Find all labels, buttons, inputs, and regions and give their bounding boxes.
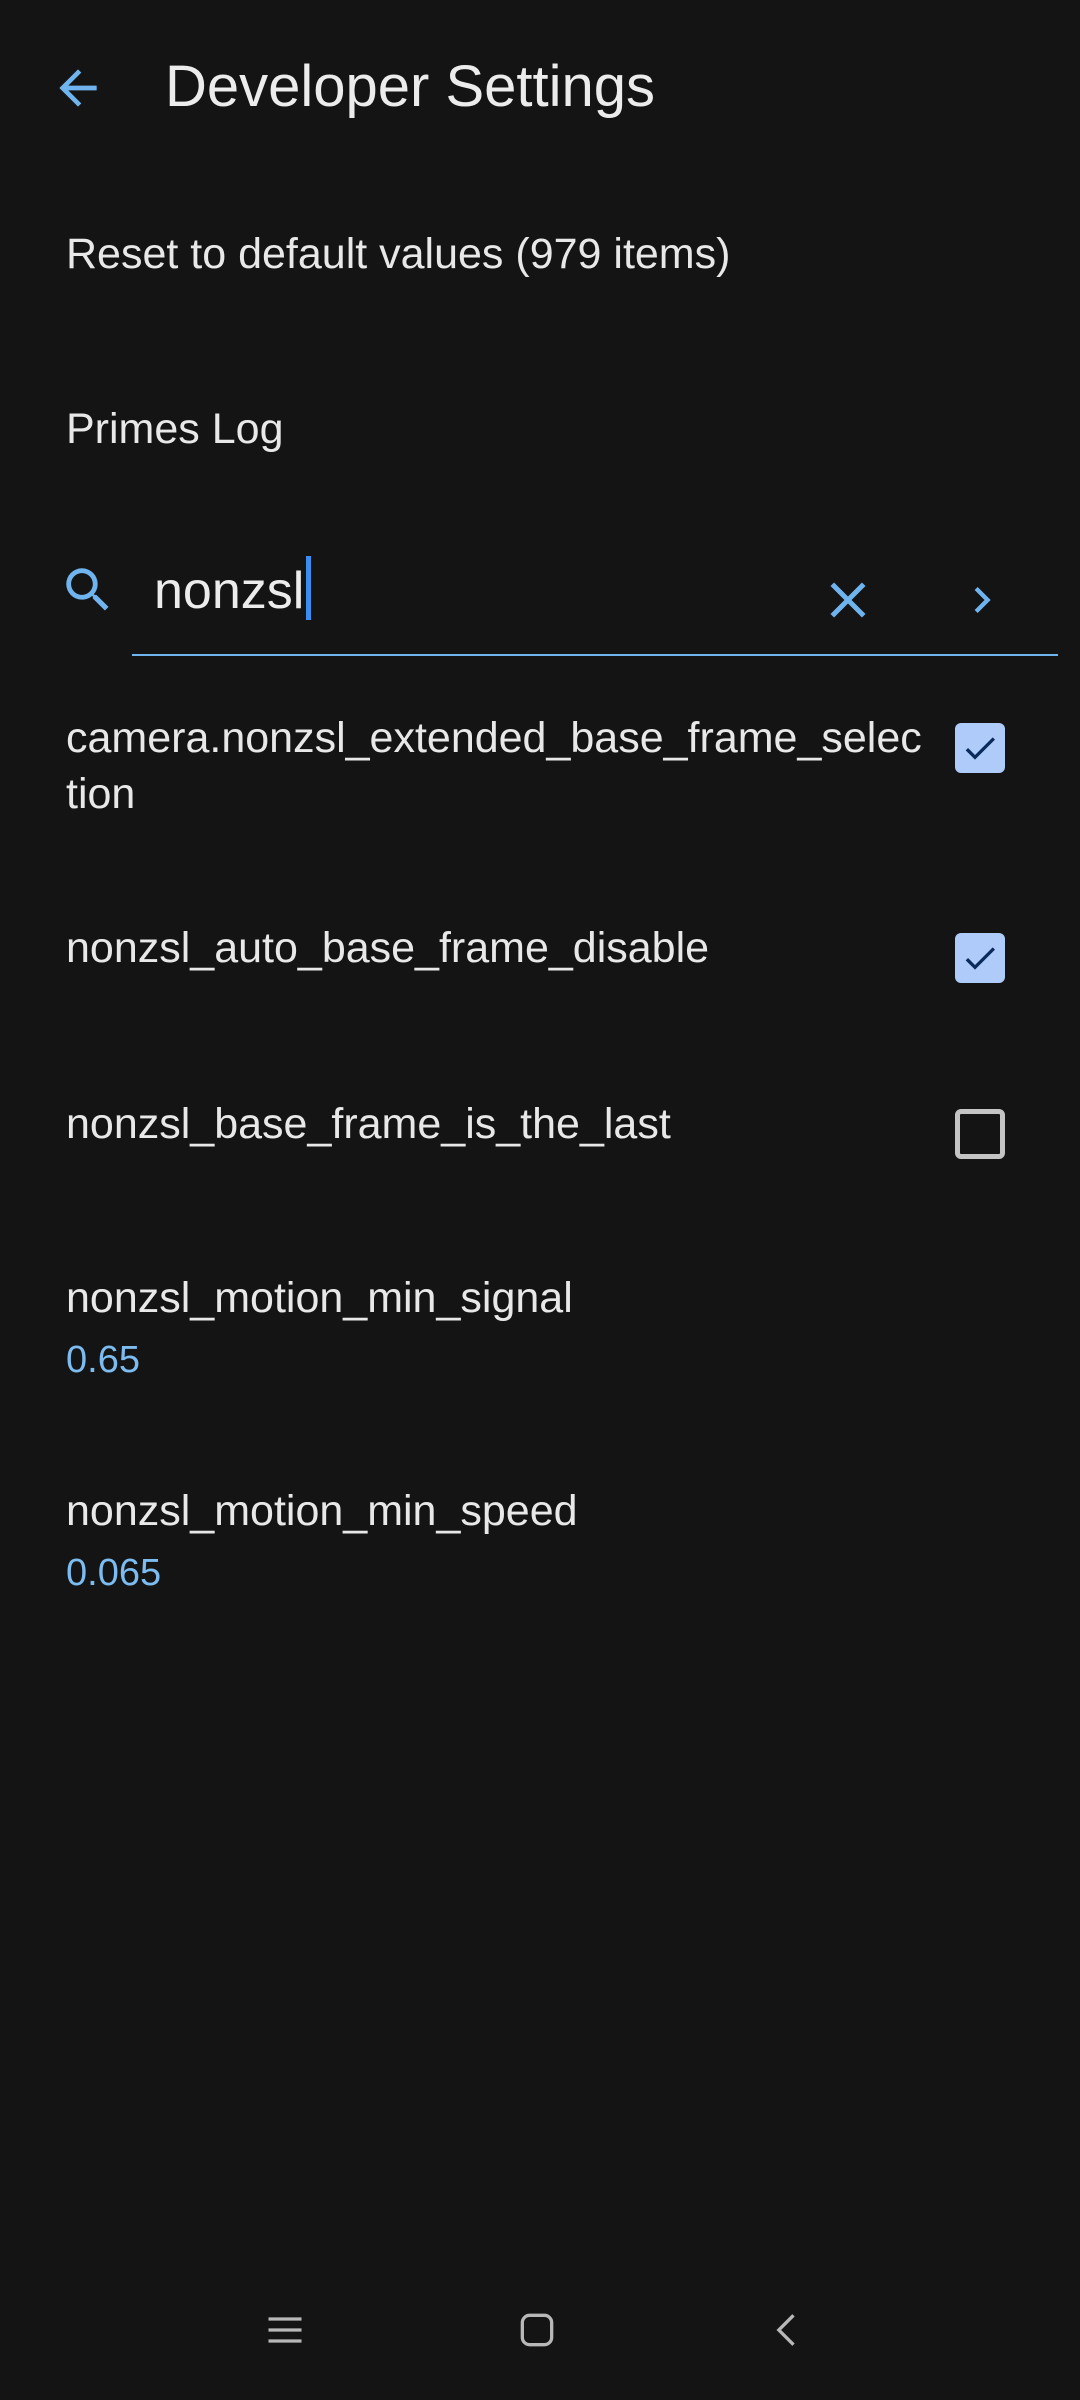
home-icon xyxy=(520,2313,554,2347)
flag-label: camera.nonzsl_extended_base_frame_select… xyxy=(66,714,922,818)
chevron-right-icon xyxy=(974,587,991,613)
flag-item[interactable]: nonzsl_base_frame_is_the_last xyxy=(0,1076,1080,1196)
search-bar: nonzsl xyxy=(0,530,1080,660)
home-button[interactable] xyxy=(487,2280,587,2380)
checkmark-icon xyxy=(965,947,995,970)
nav-back-button[interactable] xyxy=(738,2280,838,2380)
search-query-text: nonzsl xyxy=(154,556,312,625)
flag-item[interactable]: nonzsl_auto_base_frame_disable xyxy=(0,900,1080,1020)
system-nav-bar xyxy=(0,2260,1080,2400)
flag-checkbox[interactable] xyxy=(955,723,1005,773)
clear-search-button[interactable] xyxy=(808,560,888,640)
search-query: nonzsl xyxy=(154,562,305,620)
value-item[interactable]: nonzsl_motion_min_signal 0.65 xyxy=(0,1250,1080,1400)
next-match-button[interactable] xyxy=(942,560,1022,640)
primes-log-label: Primes Log xyxy=(66,405,284,453)
recents-button[interactable] xyxy=(235,2280,335,2380)
page-title: Developer Settings xyxy=(165,54,656,119)
recents-icon xyxy=(268,2317,302,2343)
flag-checkbox[interactable] xyxy=(955,1109,1005,1159)
arrow-back-icon xyxy=(58,68,97,107)
reset-defaults-label: Reset to default values (979 items) xyxy=(66,230,731,278)
value-item-value: 0.065 xyxy=(66,1552,162,1594)
back-button[interactable] xyxy=(30,40,125,135)
flag-checkbox[interactable] xyxy=(955,933,1005,983)
search-underline xyxy=(132,654,1058,656)
value-item[interactable]: nonzsl_motion_min_speed 0.065 xyxy=(0,1463,1080,1613)
search-icon xyxy=(58,560,118,620)
clear-icon xyxy=(830,582,866,618)
value-item-label: nonzsl_motion_min_speed xyxy=(66,1487,578,1535)
flag-label: nonzsl_base_frame_is_the_last xyxy=(66,1100,671,1148)
value-item-label: nonzsl_motion_min_signal xyxy=(66,1274,573,1322)
reset-defaults-item[interactable]: Reset to default values (979 items) xyxy=(0,200,1080,310)
flag-label: nonzsl_auto_base_frame_disable xyxy=(66,924,710,972)
top-app-bar: Developer Settings xyxy=(0,0,1080,175)
back-icon xyxy=(776,2314,795,2346)
text-cursor xyxy=(306,556,312,620)
value-item-value: 0.65 xyxy=(66,1339,140,1381)
search-input[interactable]: nonzsl xyxy=(132,550,782,630)
flag-item[interactable]: camera.nonzsl_extended_base_frame_select… xyxy=(0,690,1080,840)
primes-log-item[interactable]: Primes Log xyxy=(0,375,1080,485)
checkmark-icon xyxy=(965,737,995,760)
